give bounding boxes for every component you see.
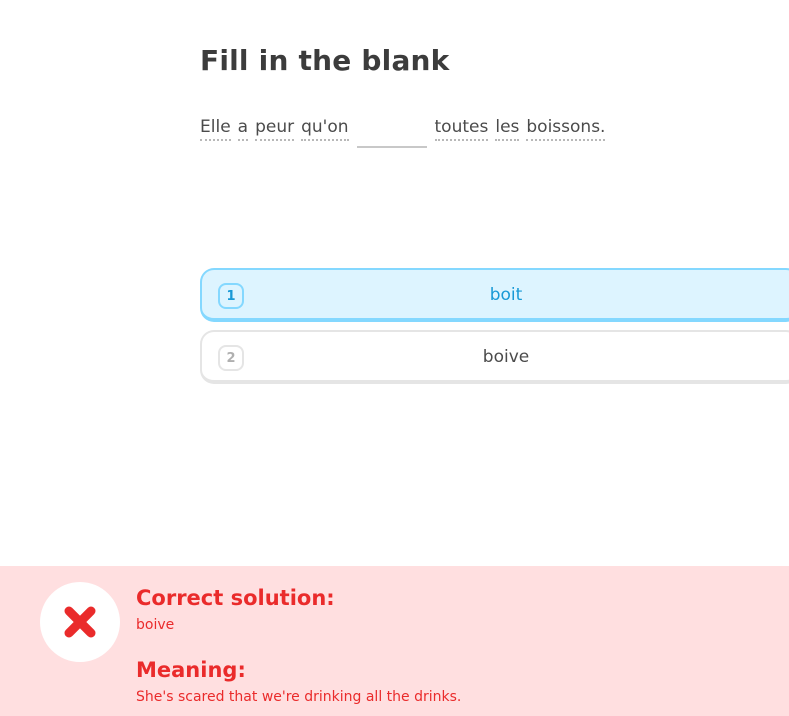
sentence-word[interactable]: boissons. xyxy=(526,116,606,141)
answer-options: 1 boit 2 boive xyxy=(200,268,789,392)
sentence: Elle a peur qu'on toutes les boissons. xyxy=(200,116,612,150)
sentence-word[interactable]: toutes xyxy=(434,116,489,141)
sentence-word[interactable]: qu'on xyxy=(301,116,349,141)
answer-option-2[interactable]: 2 boive xyxy=(200,330,789,384)
incorrect-badge xyxy=(40,582,120,662)
meaning-text: She's scared that we're drinking all the… xyxy=(136,689,462,705)
sentence-word[interactable]: a xyxy=(237,116,249,141)
option-label: boit xyxy=(489,285,523,305)
sentence-word[interactable]: les xyxy=(495,116,520,141)
feedback-panel: Correct solution: boive Meaning: She's s… xyxy=(0,566,789,716)
answer-option-1[interactable]: 1 boit xyxy=(200,268,789,322)
sentence-word[interactable]: peur xyxy=(255,116,295,141)
x-icon xyxy=(64,606,96,638)
solution-text: boive xyxy=(136,617,175,633)
option-label: boive xyxy=(482,347,530,367)
answer-blank xyxy=(356,116,427,148)
meaning-heading: Meaning: xyxy=(136,658,246,682)
sentence-word[interactable]: Elle xyxy=(200,116,231,141)
solution-heading: Correct solution: xyxy=(136,586,335,610)
challenge-title: Fill in the blank xyxy=(200,44,450,77)
